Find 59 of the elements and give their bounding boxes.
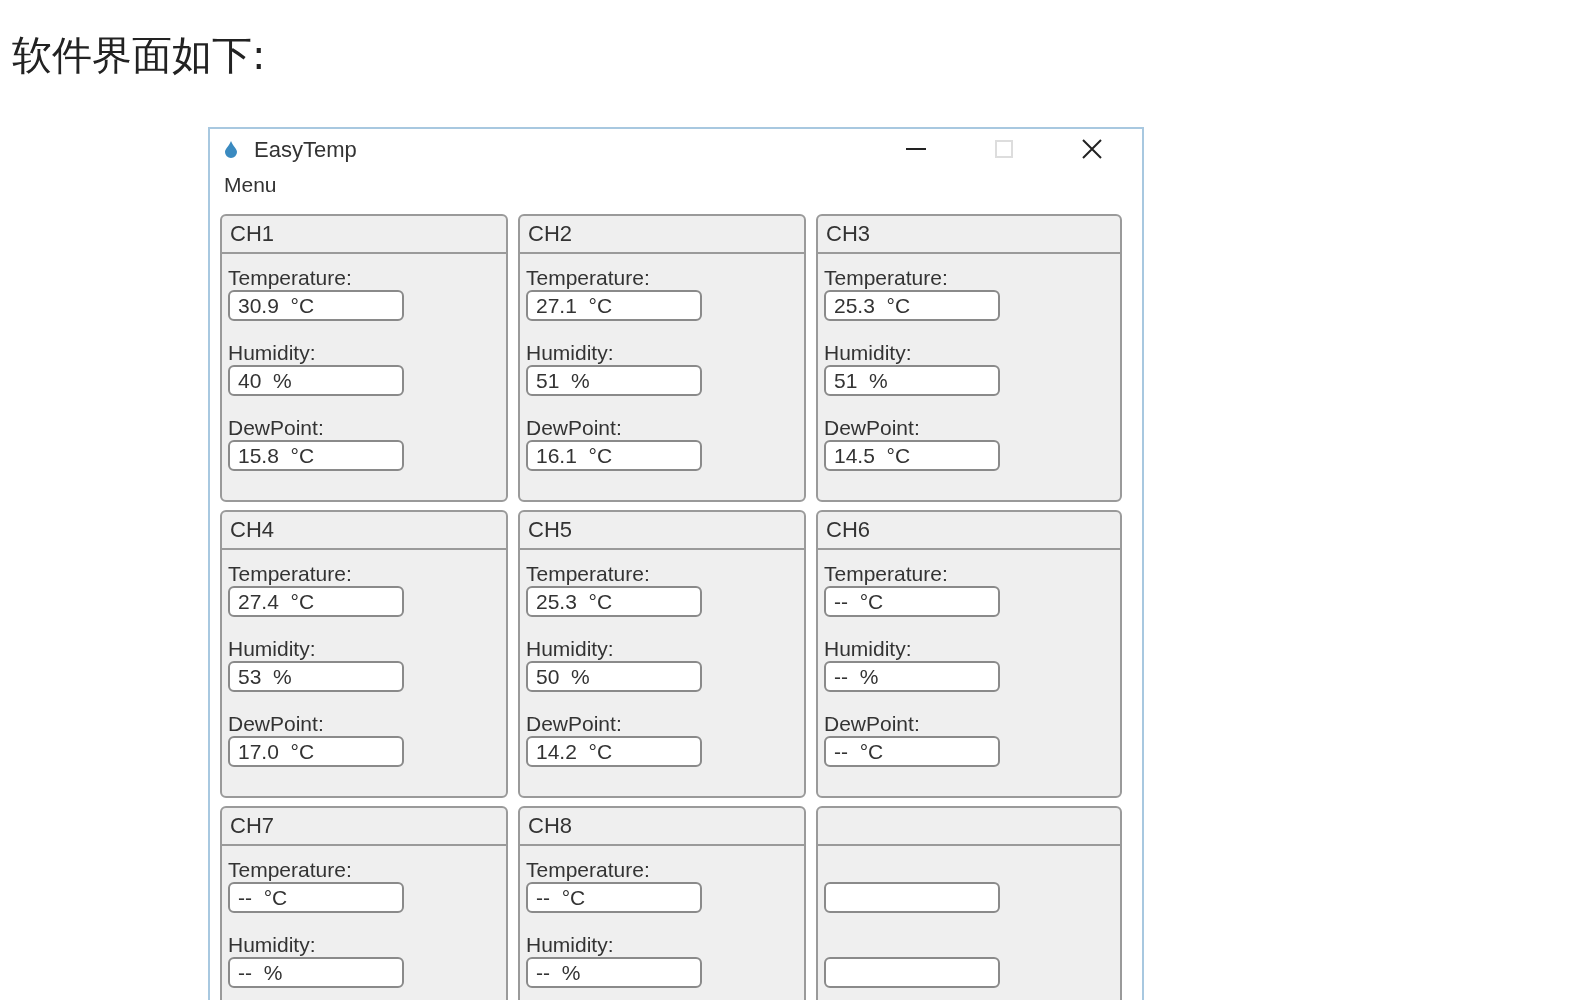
- menu-item[interactable]: Menu: [224, 169, 277, 201]
- channel-title: CH5: [528, 516, 572, 544]
- value-field[interactable]: -- °C: [526, 881, 702, 913]
- value-field[interactable]: 27.4 °C: [228, 585, 404, 617]
- value-field[interactable]: 25.3 °C: [824, 289, 1000, 321]
- channel-title: CH7: [230, 812, 274, 840]
- field-label: DewPoint:: [228, 711, 325, 736]
- field-label: Temperature:: [824, 265, 949, 290]
- value-field[interactable]: 51 %: [526, 364, 702, 396]
- channel-title: CH8: [528, 812, 572, 840]
- value-field[interactable]: -- %: [824, 660, 1000, 692]
- value-field[interactable]: [824, 881, 1000, 913]
- field-label: Temperature:: [526, 561, 651, 586]
- value-field[interactable]: -- °C: [824, 585, 1000, 617]
- field-label: Temperature:: [228, 561, 353, 586]
- field-label: DewPoint:: [526, 415, 623, 440]
- value-field[interactable]: -- °C: [824, 735, 1000, 767]
- value-field[interactable]: 50 %: [526, 660, 702, 692]
- field-label: Temperature:: [228, 857, 353, 882]
- field-label: Temperature:: [824, 561, 949, 586]
- value-field[interactable]: 17.0 °C: [228, 735, 404, 767]
- value-field[interactable]: -- %: [526, 956, 702, 988]
- field-label: DewPoint:: [824, 711, 921, 736]
- field-label: Humidity:: [228, 340, 317, 365]
- field-label: Humidity:: [824, 340, 913, 365]
- field-label: DewPoint:: [228, 415, 325, 440]
- value-field[interactable]: 27.1 °C: [526, 289, 702, 321]
- value-field[interactable]: 16.1 °C: [526, 439, 702, 471]
- value-field[interactable]: 51 %: [824, 364, 1000, 396]
- value-field[interactable]: -- °C: [228, 881, 404, 913]
- value-field[interactable]: 53 %: [228, 660, 404, 692]
- value-field[interactable]: 25.3 °C: [526, 585, 702, 617]
- value-field[interactable]: 15.8 °C: [228, 439, 404, 471]
- field-label: Temperature:: [526, 265, 651, 290]
- field-label: Humidity:: [228, 636, 317, 661]
- value-field[interactable]: [824, 956, 1000, 988]
- page-heading: 软件界面如下:: [12, 31, 267, 80]
- value-field[interactable]: 40 %: [228, 364, 404, 396]
- value-field[interactable]: 14.2 °C: [526, 735, 702, 767]
- channel-title: CH2: [528, 220, 572, 248]
- channel-title: CH3: [826, 220, 870, 248]
- value-field[interactable]: 30.9 °C: [228, 289, 404, 321]
- channel-title: CH4: [230, 516, 274, 544]
- field-label: Humidity:: [526, 340, 615, 365]
- field-label: DewPoint:: [526, 711, 623, 736]
- field-label: Humidity:: [526, 636, 615, 661]
- field-label: Temperature:: [526, 857, 651, 882]
- value-field[interactable]: 14.5 °C: [824, 439, 1000, 471]
- channel-title: CH1: [230, 220, 274, 248]
- value-field[interactable]: -- %: [228, 956, 404, 988]
- close-icon: [1081, 138, 1103, 160]
- field-label: Humidity:: [526, 932, 615, 957]
- field-label: Humidity:: [824, 636, 913, 661]
- field-label: Temperature:: [228, 265, 353, 290]
- field-label: Humidity:: [228, 932, 317, 957]
- field-label: DewPoint:: [824, 415, 921, 440]
- window-title: EasyTemp: [254, 135, 357, 164]
- channel-title: CH6: [826, 516, 870, 544]
- drop-icon: [224, 140, 238, 158]
